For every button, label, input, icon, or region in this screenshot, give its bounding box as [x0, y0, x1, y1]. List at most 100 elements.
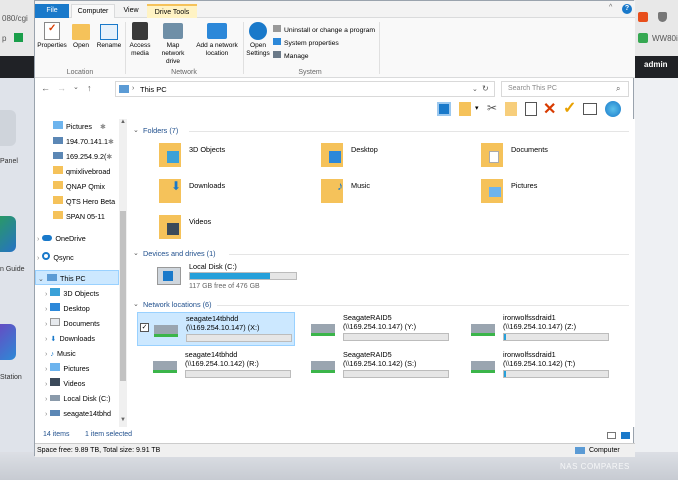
nav-item-network-194[interactable]: 194.70.141.1✱ [53, 134, 114, 149]
nav-item-qmixlivebroad[interactable]: qmixlivebroad [53, 164, 110, 179]
nav-item-qsync[interactable]: › Qsync [37, 250, 74, 265]
expand-chevron-icon[interactable]: › [45, 409, 47, 418]
nav-item-desktop[interactable]: › Desktop [45, 301, 90, 316]
collapse-network-icon[interactable]: ⌄ [133, 300, 139, 308]
check-icon[interactable]: ✓ [563, 98, 576, 118]
network-drive-x-selected[interactable]: ✓ seagate14tbhdd (\\169.254.10.147) (X:) [137, 312, 295, 346]
back-icon[interactable]: ← [41, 83, 50, 93]
manage-button[interactable]: Manage [273, 51, 309, 60]
address-dropdown-icon[interactable]: ⌄ [472, 85, 478, 93]
rename-icon[interactable] [583, 103, 597, 115]
tab-drive-tools[interactable]: Drive Tools [147, 4, 197, 18]
network-drive-z[interactable]: ironwolfssdraid1 (\\169.254.10.147) (Z:) [471, 312, 631, 346]
preview-pane-icon[interactable] [437, 102, 451, 116]
extension-icon[interactable] [638, 12, 648, 22]
search-box[interactable]: Search This PC ⌕ [501, 81, 629, 97]
group-header-network[interactable]: Network locations (6) [143, 300, 212, 309]
expand-chevron-icon[interactable]: › [37, 234, 39, 243]
folder-downloads[interactable]: ⬇ Downloads [159, 179, 309, 207]
nav-item-span[interactable]: SPAN 05-11 [53, 209, 105, 224]
select-checkbox[interactable]: ✓ [140, 323, 149, 332]
add-network-location-button[interactable]: Add a network location [193, 22, 241, 58]
nav-item-qts-hero-beta[interactable]: QTS Hero Beta [53, 194, 115, 209]
help-icon[interactable]: ? [622, 4, 632, 14]
paste-icon[interactable] [525, 102, 537, 116]
new-item-dropdown-icon[interactable]: ▾ [475, 104, 479, 112]
new-folder-icon[interactable] [459, 102, 471, 116]
recent-dropdown-icon[interactable]: ⌄ [73, 83, 79, 91]
group-header-folders[interactable]: Folders (7) [143, 126, 178, 135]
nav-item-this-pc[interactable]: ⌄ This PC [35, 270, 119, 285]
bookmark-green-icon[interactable] [638, 33, 648, 43]
tab-computer[interactable]: Computer [71, 4, 115, 18]
address-bar[interactable]: › This PC ⌄ ↻ [115, 81, 495, 97]
open-button[interactable]: Open [69, 22, 93, 50]
admin-menu[interactable]: admin [644, 60, 668, 69]
expand-chevron-icon[interactable]: › [45, 319, 47, 328]
expand-chevron-icon[interactable]: › [45, 379, 47, 388]
system-properties-button[interactable]: System properties [273, 38, 339, 47]
breadcrumb-this-pc[interactable]: This PC [140, 85, 167, 94]
nav-item-videos[interactable]: › Videos [45, 376, 85, 391]
nav-item-seagate[interactable]: › seagate14tbhd [45, 406, 111, 421]
guide-app-icon[interactable] [0, 216, 16, 252]
expand-chevron-icon[interactable]: › [45, 364, 47, 373]
expand-chevron-icon[interactable]: › [45, 289, 47, 298]
map-network-drive-button[interactable]: Map network drive [155, 22, 191, 66]
folder-desktop[interactable]: Desktop [321, 143, 471, 171]
up-icon[interactable]: ↑ [87, 83, 92, 93]
nav-item-pictures[interactable]: › Pictures [45, 361, 89, 376]
folder-pictures[interactable]: Pictures [481, 179, 631, 207]
ribbon-collapse-icon[interactable]: ^ [609, 4, 612, 11]
network-drive-s[interactable]: SeagateRAID5 (\\169.254.10.142) (S:) [311, 349, 471, 383]
open-settings-button[interactable]: Open Settings [245, 22, 271, 58]
shield-icon[interactable] [658, 12, 667, 22]
control-panel-app-icon[interactable] [0, 110, 16, 146]
group-header-drives[interactable]: Devices and drives (1) [143, 249, 216, 258]
search-input[interactable]: Search This PC [508, 85, 557, 92]
scroll-thumb[interactable] [120, 211, 126, 381]
drive-local-disk[interactable]: Local Disk (C:) 117 GB free of 476 GB [155, 261, 335, 293]
bookmark-icon[interactable] [14, 33, 23, 42]
bookmark-ww80[interactable]: WW80i [652, 34, 678, 43]
collapse-folders-icon[interactable]: ⌄ [133, 126, 139, 134]
refresh-icon[interactable]: ↻ [482, 84, 489, 93]
tab-view[interactable]: View [117, 4, 145, 18]
nav-scrollbar[interactable]: ▲ ▼ [119, 119, 127, 427]
nav-item-downloads[interactable]: › ⬇ Downloads [45, 331, 95, 346]
delete-icon[interactable]: ✕ [543, 99, 556, 119]
properties-button[interactable]: ✓ Properties [37, 22, 67, 50]
scroll-up-icon[interactable]: ▲ [120, 119, 126, 125]
expand-chevron-icon[interactable]: › [45, 304, 47, 313]
nav-item-network-169[interactable]: 169.254.9.2(✱ [53, 149, 112, 164]
nav-item-onedrive[interactable]: › OneDrive [37, 231, 86, 246]
folder-music[interactable]: ♪ Music [321, 179, 471, 207]
tiles-view-icon[interactable] [621, 432, 630, 439]
folder-videos[interactable]: Videos [159, 215, 309, 243]
globe-icon[interactable] [605, 101, 621, 117]
folder-documents[interactable]: Documents [481, 143, 631, 171]
forward-icon[interactable]: → [57, 83, 66, 93]
nav-item-qnap-qmix[interactable]: QNAP Qmix [53, 179, 105, 194]
access-media-button[interactable]: Access media [127, 22, 153, 58]
rename-button[interactable]: Rename [95, 22, 123, 50]
nav-item-3d-objects[interactable]: › 3D Objects [45, 286, 99, 301]
expand-chevron-icon[interactable]: › [45, 349, 47, 358]
expand-chevron-icon[interactable]: › [45, 394, 47, 403]
nav-item-pictures-pinned[interactable]: Pictures ✱ [53, 119, 106, 134]
nav-item-music[interactable]: › ♪ Music [45, 346, 76, 361]
cut-icon[interactable]: ✂ [487, 101, 497, 115]
nav-item-documents[interactable]: › Documents [45, 316, 100, 331]
network-drive-y[interactable]: SeagateRAID5 (\\169.254.10.147) (Y:) [311, 312, 471, 346]
uninstall-program-button[interactable]: Uninstall or change a program [273, 25, 375, 34]
tab-file[interactable]: File [35, 4, 69, 18]
copy-icon[interactable] [505, 102, 517, 116]
station-app-icon[interactable] [0, 324, 16, 360]
details-view-icon[interactable] [607, 432, 616, 439]
nav-item-local-disk[interactable]: › Local Disk (C:) [45, 391, 111, 406]
folder-3d-objects[interactable]: 3D Objects [159, 143, 309, 171]
expand-chevron-icon[interactable]: › [37, 253, 39, 262]
network-drive-t[interactable]: ironwolfssdraid1 (\\169.254.10.142) (T:) [471, 349, 631, 383]
expand-chevron-icon[interactable]: › [45, 334, 47, 343]
collapse-chevron-icon[interactable]: ⌄ [38, 274, 44, 283]
